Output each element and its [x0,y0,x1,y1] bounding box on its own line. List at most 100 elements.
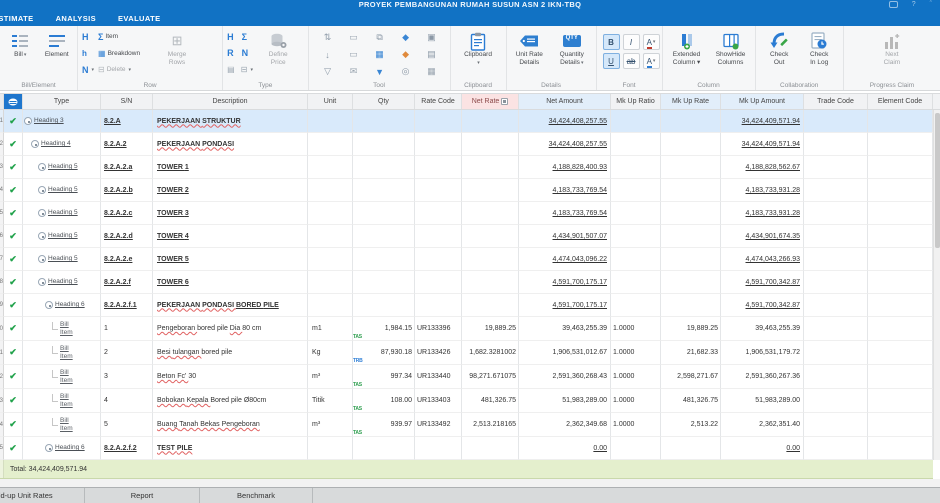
row-description-cell[interactable]: PEKERJAAN STRUKTUR [153,110,308,133]
row-mkup-amount-cell[interactable]: 4,434,901,674.35 [721,225,804,248]
row-sn-cell[interactable]: 8.2.A [101,110,153,133]
row-net-amount-cell[interactable]: 34,424,408,257.55 [519,133,611,156]
table-row[interactable]: 16 ✔ Heading 5 8.2.A.2.d TOWER 4 4,434,9… [0,225,933,248]
row-description-cell[interactable]: TOWER 3 [153,202,308,225]
row-type-cell[interactable]: Heading 4 [23,133,101,156]
row-type-cell[interactable]: Heading 3 [23,110,101,133]
row-mkup-rate-cell[interactable] [661,179,721,202]
row-unit-cell[interactable] [308,133,353,156]
row-net-rate-cell[interactable] [462,271,519,294]
collapse-ribbon-icon[interactable]: ˆ [930,1,932,8]
row-qty-cell[interactable] [353,294,415,317]
tool-icon-5[interactable]: ▣ [419,29,445,46]
notification-icon[interactable] [889,1,898,8]
row-trade-code-cell[interactable] [804,365,868,389]
expander-icon[interactable] [52,370,58,378]
col-header-mkup-rate[interactable]: Mk Up Rate [661,94,721,109]
row-element-code-cell[interactable] [868,248,933,271]
status-column-header[interactable] [4,94,23,109]
row-net-amount-cell[interactable]: 4,434,901,507.07 [519,225,611,248]
row-sn-cell[interactable]: 8.2.A.2.a [101,156,153,179]
row-mkup-rate-cell[interactable] [661,156,721,179]
heading-type-button[interactable]: H [227,32,234,42]
row-net-rate-cell[interactable]: 98,271.671075 [462,365,519,389]
row-rate-code-cell[interactable] [415,156,462,179]
row-mkup-rate-cell[interactable]: 2,513.22 [661,413,721,437]
row-trade-code-cell[interactable] [804,156,868,179]
row-mkup-ratio-cell[interactable] [611,248,661,271]
row-qty-cell[interactable]: 87,930.18TRB [353,341,415,365]
row-mkup-rate-cell[interactable] [661,248,721,271]
row-mkup-ratio-cell[interactable] [611,156,661,179]
row-net-amount-cell[interactable]: 4,474,043,096.22 [519,248,611,271]
tool-icon-11[interactable]: ▽ [315,63,341,80]
row-element-code-cell[interactable] [868,437,933,460]
expander-icon[interactable] [38,255,46,263]
row-unit-cell[interactable] [308,437,353,460]
row-net-rate-cell[interactable] [462,294,519,317]
row-net-amount-cell[interactable]: 2,362,349.68 [519,413,611,437]
row-net-amount-cell[interactable]: 4,591,700,175.17 [519,294,611,317]
row-net-rate-cell[interactable] [462,133,519,156]
row-mkup-amount-cell[interactable]: 2,591,360,267.36 [721,365,804,389]
tool-icon-1[interactable]: ⇅ [315,29,341,46]
help-icon[interactable]: ? [912,1,916,8]
expander-icon[interactable] [31,140,39,148]
row-trade-code-cell[interactable] [804,341,868,365]
row-type-cell[interactable]: Bill Item [23,341,101,365]
row-mkup-ratio-cell[interactable] [611,110,661,133]
row-net-amount-cell[interactable]: 4,183,733,769.54 [519,179,611,202]
scrollbar-thumb[interactable] [935,113,940,248]
tool-icon-9[interactable]: ◆ [393,46,419,63]
row-qty-cell[interactable] [353,225,415,248]
tool-icon-7[interactable]: ▭ [341,46,367,63]
row-trade-code-cell[interactable] [804,437,868,460]
tab-report[interactable]: Report [85,488,200,503]
col-header-element-code[interactable]: Element Code [868,94,933,109]
row-rate-code-cell[interactable] [415,110,462,133]
row-trade-code-cell[interactable] [804,179,868,202]
row-qty-cell[interactable] [353,133,415,156]
row-sn-cell[interactable]: 5 [101,413,153,437]
row-type-cell[interactable]: Heading 6 [23,294,101,317]
row-rate-code-cell[interactable] [415,271,462,294]
table-row[interactable]: 12 ✔ Heading 4 8.2.A.2 PEKERJAAN PONDASI… [0,133,933,156]
table-row[interactable]: 20 ✔ Bill Item 1 Pengeboran bored pile D… [0,317,933,341]
bold-button[interactable]: B [603,34,620,50]
row-trade-code-cell[interactable] [804,133,868,156]
tool-icon-2[interactable]: ▭ [341,29,367,46]
row-type-cell[interactable]: Bill Item [23,389,101,413]
tab-analysis[interactable]: ANALYSIS [56,14,96,23]
row-qty-cell[interactable]: 939.97TAS [353,413,415,437]
row-mkup-ratio-cell[interactable]: 1.0000 [611,341,661,365]
row-net-rate-cell[interactable]: 19,889.25 [462,317,519,341]
expander-icon[interactable] [52,322,58,330]
row-sn-cell[interactable]: 2 [101,341,153,365]
tool-icon-10[interactable]: ▤ [419,46,445,63]
expander-icon[interactable] [45,444,53,452]
col-header-mkup-ratio[interactable]: Mk Up Ratio [611,94,661,109]
table-row[interactable]: 14 ✔ Heading 5 8.2.A.2.b TOWER 2 4,183,7… [0,179,933,202]
col-header-mkup-amount[interactable]: Mk Up Amount [721,94,804,109]
row-net-amount-cell[interactable]: 4,188,828,400.93 [519,156,611,179]
note-type-button[interactable]: N [242,48,249,58]
row-net-rate-cell[interactable] [462,179,519,202]
row-unit-cell[interactable] [308,294,353,317]
row-rate-code-cell[interactable]: UR133426 [415,341,462,365]
row-unit-cell[interactable]: Kg [308,341,353,365]
row-description-cell[interactable]: TOWER 2 [153,179,308,202]
row-unit-cell[interactable]: m³ [308,365,353,389]
expander-icon[interactable] [52,418,58,426]
row-trade-code-cell[interactable] [804,248,868,271]
expander-icon[interactable] [38,278,46,286]
row-mkup-rate-cell[interactable] [661,202,721,225]
row-qty-cell[interactable]: 1,984.15TAS [353,317,415,341]
element-button[interactable]: Element [39,28,76,80]
row-qty-cell[interactable] [353,202,415,225]
showhide-columns-button[interactable]: ShowHide Columns [709,28,753,80]
row-unit-cell[interactable] [308,110,353,133]
tab-build-up-unit-rates[interactable]: Build-up Unit Rates [0,488,85,503]
row-element-code-cell[interactable] [868,202,933,225]
row-net-rate-cell[interactable] [462,225,519,248]
row-type-cell[interactable]: Bill Item [23,413,101,437]
